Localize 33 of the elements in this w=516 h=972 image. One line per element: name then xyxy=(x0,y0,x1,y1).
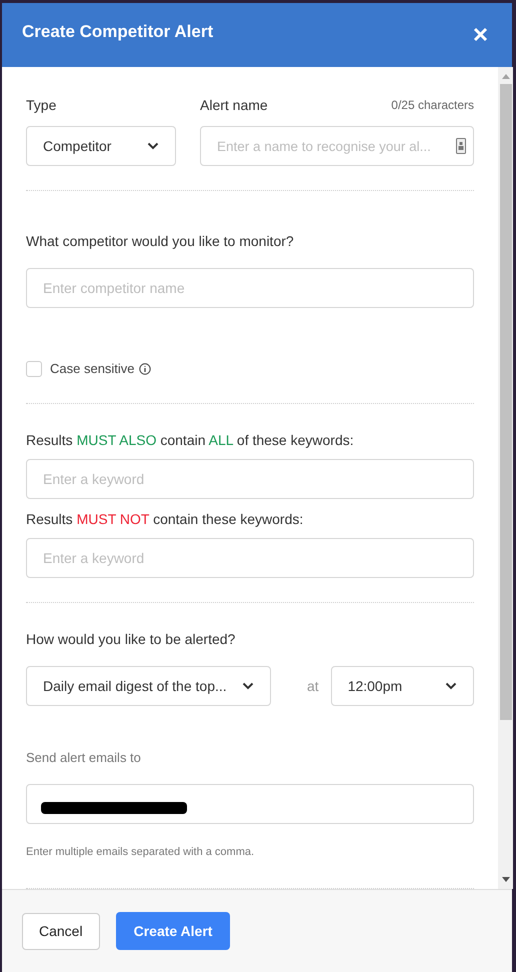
chevron-down-icon xyxy=(445,682,457,690)
at-label: at xyxy=(307,676,319,696)
close-button[interactable] xyxy=(473,27,488,42)
alert-name-field[interactable]: Enter a name to recognise your al... xyxy=(200,126,474,166)
alert-name-label: Alert name xyxy=(200,96,268,115)
close-icon xyxy=(473,27,488,42)
case-sensitive-checkbox[interactable] xyxy=(26,360,42,377)
scrollbar-thumb[interactable] xyxy=(500,84,512,720)
keyword-rule-label: Results MUST ALSO contain ALL of these keywords: xyxy=(26,430,355,450)
case-sensitive-label: Case sensitive xyxy=(50,360,135,378)
keyword-field[interactable]: Enter a keyword xyxy=(26,538,474,578)
email-field[interactable] xyxy=(26,784,474,824)
keyword-field[interactable]: Enter a keyword xyxy=(26,458,474,498)
competitor-question: What competitor would you like to monitor? xyxy=(26,232,295,251)
info-icon xyxy=(138,362,151,375)
cancel-button[interactable]: Cancel xyxy=(22,912,100,950)
type-label: Type xyxy=(26,96,58,115)
competitor-name-field[interactable]: Enter competitor name xyxy=(26,268,474,308)
scroll-down-icon xyxy=(502,876,510,882)
character-counter: 0/25 characters xyxy=(391,97,474,113)
keyword-rule-label: Results MUST NOT contain these keywords: xyxy=(26,510,304,528)
alert-method-question: How would you like to be alerted? xyxy=(26,630,236,648)
type-select[interactable]: Competitor xyxy=(26,126,176,166)
scroll-up-icon xyxy=(502,74,510,79)
alert-frequency-select[interactable]: Daily email digest of the top... xyxy=(26,666,271,706)
dialog-title: Create Competitor Alert xyxy=(22,21,214,43)
create-alert-button[interactable]: Create Alert xyxy=(116,912,230,950)
chevron-down-icon xyxy=(242,682,254,690)
chevron-down-icon xyxy=(147,142,159,150)
contact-card-icon xyxy=(456,138,466,154)
send-emails-label: Send alert emails to xyxy=(26,748,142,766)
email-hint: Enter multiple emails separated with a comma. xyxy=(26,845,256,860)
time-select[interactable]: 12:00pm xyxy=(330,666,474,706)
